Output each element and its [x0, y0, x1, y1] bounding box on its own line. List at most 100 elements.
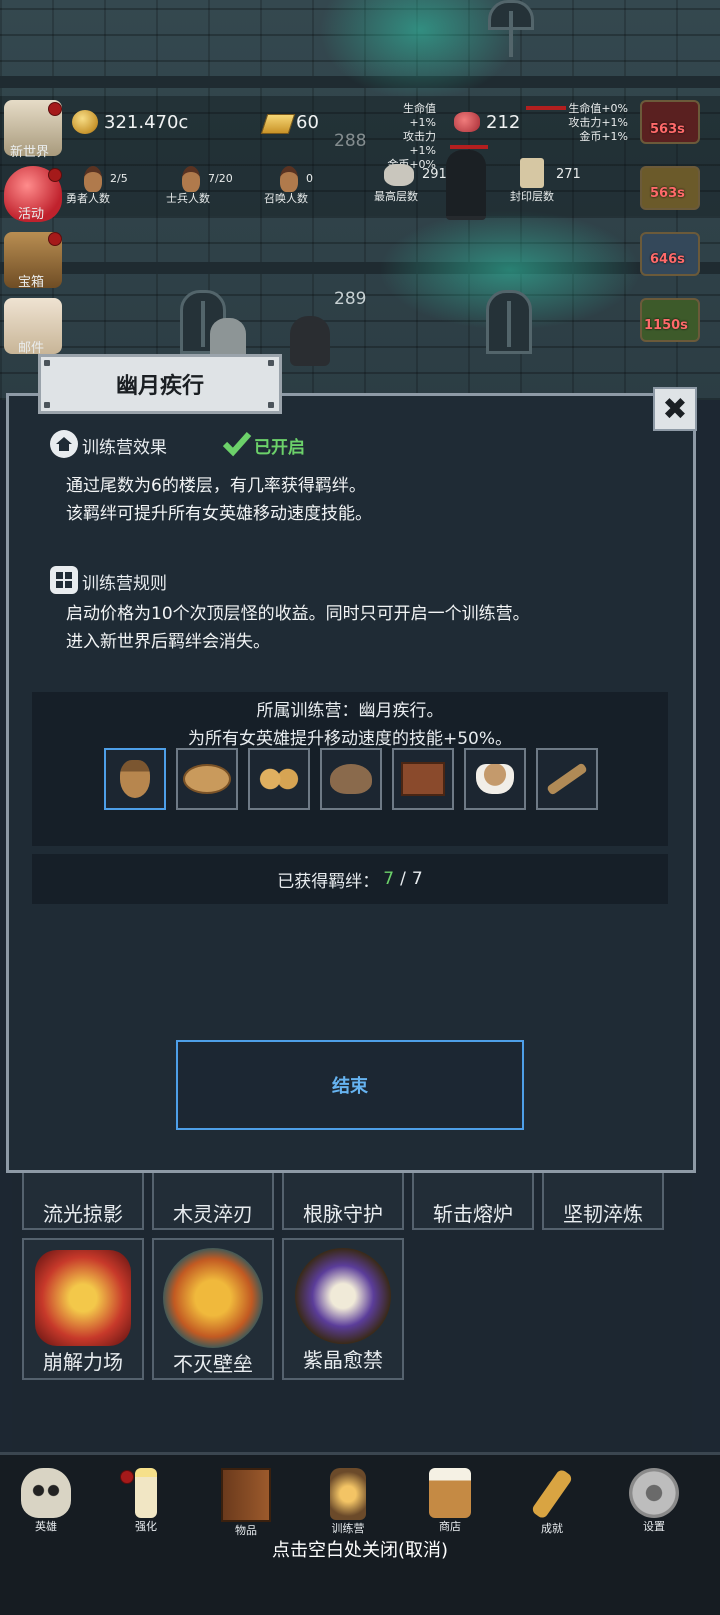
skill-card[interactable]: 流光掠影 — [22, 1170, 144, 1230]
hero-count-value: 2/5 — [110, 172, 128, 185]
side-menu-label: 活动 — [18, 207, 45, 222]
skill-card[interactable]: 斩击熔炉 — [412, 1170, 534, 1230]
timer-label: 646s — [650, 252, 685, 267]
skill-card[interactable]: 根脉守护 — [282, 1170, 404, 1230]
side-menu-label: 新世界 — [10, 145, 50, 160]
rivet — [268, 402, 274, 408]
flour-bowl-icon — [330, 764, 372, 794]
coin-icon — [72, 110, 98, 134]
coffee-cup-icon — [476, 764, 514, 794]
end-button[interactable]: 结束 — [176, 1040, 524, 1130]
seal-floor-value: 271 — [556, 167, 581, 182]
window-arch — [486, 290, 532, 354]
buff-list-left: 生命值+1% 攻击力+1% 金币+0% — [378, 102, 436, 172]
notification-dot — [48, 102, 62, 116]
skill-name: 斩击熔炉 — [433, 1202, 513, 1226]
summon-count-value: 0 — [306, 172, 313, 185]
soldier-count-label: 士兵人数 — [166, 192, 210, 205]
sun-shield-icon — [163, 1248, 263, 1348]
obtained-total: 7 — [411, 869, 423, 889]
meat-icon — [454, 112, 480, 132]
rules-line: 启动价格为10个次顶层怪的收益。同时只可开启一个训练营。 — [66, 604, 530, 624]
candle-icon — [135, 1468, 157, 1518]
nav-training-camp[interactable]: 训练营 — [308, 1468, 388, 1536]
bond-count-box: 已获得羁绊： 7 / 7 — [32, 854, 668, 904]
bond-slot[interactable] — [104, 748, 166, 810]
rivet — [44, 402, 50, 408]
buff-line: 金币+1% — [579, 130, 628, 143]
collapse-field-icon — [35, 1250, 131, 1346]
home-icon — [50, 430, 78, 458]
skill-card[interactable]: 紫晶愈禁 — [282, 1238, 404, 1380]
skill-name: 不灭壁垒 — [173, 1352, 253, 1376]
timer-label: 1150s — [644, 318, 688, 333]
seal-floor-label: 封印层数 — [510, 190, 554, 203]
buff-line: 攻击力+1% — [568, 116, 628, 129]
end-button-label: 结束 — [332, 1076, 368, 1097]
bond-slot[interactable] — [248, 748, 310, 810]
cookies-icon — [257, 767, 301, 791]
highest-floor-label: 最高层数 — [374, 190, 418, 203]
beer-mug-icon — [429, 1468, 471, 1518]
notification-dot — [120, 1470, 134, 1484]
chocolate-icon — [401, 762, 445, 796]
skill-name: 紫晶愈禁 — [303, 1348, 383, 1372]
buff-line: 攻击力+1% — [403, 130, 436, 157]
bread-icon — [183, 764, 231, 794]
side-menu-label: 宝箱 — [18, 275, 45, 290]
book-icon — [221, 1468, 271, 1522]
camp-line: 所属训练营：幽月疾行。 — [256, 701, 444, 721]
highest-floor-icon — [384, 164, 414, 186]
bond-slot[interactable] — [176, 748, 238, 810]
notification-dot — [48, 232, 62, 246]
nav-label: 成就 — [541, 1522, 563, 1535]
skill-name: 流光掠影 — [43, 1202, 123, 1226]
bond-slot[interactable] — [392, 748, 454, 810]
buff-line: 生命值+0% — [568, 102, 628, 115]
dialog-title: 幽月疾行 — [115, 374, 204, 399]
buff-list-right: 生命值+0% 攻击力+1% 金币+1% — [566, 102, 628, 144]
nav-hero[interactable]: 英雄 — [6, 1468, 86, 1534]
hp-bar — [526, 106, 566, 110]
rules-line: 进入新世界后羁绊会消失。 — [66, 632, 270, 652]
effect-line: 通过尾数为6的楼层，有几率获得羁绊。 — [66, 476, 366, 496]
nav-items[interactable]: 物品 — [206, 1468, 286, 1538]
skill-card[interactable]: 坚韧淬炼 — [542, 1170, 664, 1230]
effect-description: 通过尾数为6的楼层，有几率获得羁绊。 该羁绊可提升所有女英雄移动速度技能。 — [66, 472, 372, 528]
coins-value: 321.470c — [104, 112, 189, 133]
skill-card[interactable]: 木灵淬刃 — [152, 1170, 274, 1230]
seal-floor-icon — [520, 158, 544, 188]
nav-enhance[interactable]: 强化 — [106, 1468, 186, 1534]
nav-label: 训练营 — [331, 1522, 365, 1535]
hp-bar — [450, 145, 488, 149]
skill-name: 坚韧淬炼 — [563, 1202, 643, 1226]
close-hint[interactable]: 点击空白处关闭(取消) — [0, 1536, 720, 1562]
timer-label: 563s — [650, 186, 685, 201]
grid-icon — [50, 566, 78, 594]
rivet — [44, 360, 50, 366]
bonus-line: 为所有女英雄提升移动速度的技能+50%。 — [187, 729, 513, 749]
skill-card[interactable]: 崩解力场 — [22, 1238, 144, 1380]
obtained-separator: / — [400, 869, 406, 889]
skull-icon — [21, 1468, 71, 1518]
floor-number: 289 — [334, 289, 367, 309]
soldier-count-icon — [182, 166, 200, 192]
nav-settings[interactable]: 设置 — [614, 1468, 694, 1534]
bond-slot[interactable] — [464, 748, 526, 810]
close-icon: ✖ — [662, 391, 688, 427]
bond-slot[interactable] — [536, 748, 598, 810]
skill-name: 崩解力场 — [43, 1350, 123, 1374]
nav-achievements[interactable]: 成就 — [512, 1468, 592, 1536]
amethyst-skull-icon — [295, 1248, 391, 1344]
window-arch — [488, 0, 534, 57]
dark-monster[interactable] — [290, 316, 330, 366]
bond-slot[interactable] — [320, 748, 382, 810]
meat-value: 212 — [486, 112, 521, 133]
nav-label: 强化 — [135, 1520, 157, 1533]
effect-heading: 训练营效果 — [82, 438, 167, 458]
hero-count-label: 勇者人数 — [66, 192, 110, 205]
skill-card[interactable]: 不灭壁垒 — [152, 1238, 274, 1380]
nav-shop[interactable]: 商店 — [410, 1468, 490, 1534]
dialog-title-tab: 幽月疾行 — [38, 354, 282, 414]
close-button[interactable]: ✖ — [653, 387, 697, 431]
